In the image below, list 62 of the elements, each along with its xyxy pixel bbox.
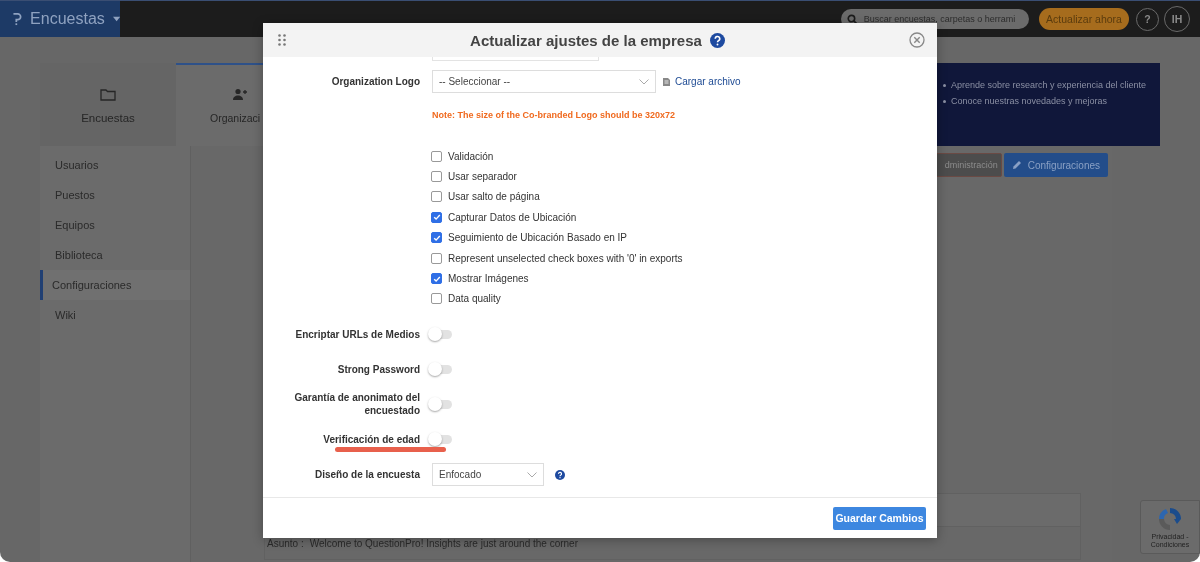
upload-link[interactable]: Cargar archivo	[675, 76, 741, 87]
drag-handle-icon	[278, 34, 286, 46]
user-avatar[interactable]: IH	[1164, 6, 1190, 32]
sidebar-item[interactable]: Usuarios	[40, 150, 190, 180]
field-label: Asunto :	[267, 537, 304, 549]
logo-select[interactable]: -- Seleccionar --	[432, 70, 656, 93]
checkbox[interactable]	[431, 293, 442, 305]
document-icon	[662, 76, 671, 87]
size-note: Note: The size of the Co-branded Logo should be 320x72	[432, 110, 677, 122]
toggle-switch[interactable]	[429, 329, 452, 339]
chevron-down-icon	[527, 471, 537, 478]
sidebar-item[interactable]: Biblioteca	[40, 240, 190, 270]
checkbox-label: Data quality	[448, 293, 501, 305]
product-switcher[interactable]: Encuestas	[0, 1, 120, 37]
help-icon	[555, 469, 565, 480]
checkbox[interactable]	[431, 232, 442, 244]
sidebar-item[interactable]: Puestos	[40, 180, 190, 210]
pencil-icon	[1011, 160, 1022, 170]
banner-text: Conoce nuestras novedades y mejoras	[951, 96, 1108, 106]
field-label: Diseño de la encuesta	[313, 468, 420, 482]
checkbox-label: Validación	[448, 150, 494, 162]
field-label: Garantía de anonimato del encuestado	[293, 391, 420, 418]
bullet-icon	[943, 83, 946, 87]
toggle-switch[interactable]	[429, 434, 452, 444]
checkbox[interactable]	[431, 150, 442, 162]
checkbox-label: Usar separador	[448, 171, 517, 183]
checkbox-label: Seguimiento de Ubicación Basado en IP	[448, 232, 627, 244]
sidebar-item[interactable]: Wiki	[40, 300, 190, 330]
bullet-icon	[943, 99, 946, 103]
dialog-title: Actualizar ajustes de la empresa	[470, 31, 702, 49]
search-icon	[847, 13, 858, 25]
checkbox[interactable]	[431, 211, 442, 223]
logo-icon	[12, 10, 23, 28]
toggle-switch[interactable]	[429, 364, 452, 374]
close-icon[interactable]	[909, 32, 925, 48]
checkbox-label: Mostrar Imágenes	[448, 273, 529, 285]
help-icon	[709, 32, 725, 48]
field-label: Encriptar URLs de Medios	[294, 327, 420, 341]
folder-icon	[100, 87, 116, 102]
sidebar-item[interactable]: Configuraciones	[40, 270, 190, 300]
checkbox-label: Capturar Datos de Ubicación	[448, 211, 577, 223]
checkbox[interactable]	[431, 171, 442, 183]
field-label: Strong Password	[336, 362, 420, 376]
design-select[interactable]: Enfocado	[432, 463, 544, 487]
field-label: Organization Logo	[330, 75, 420, 88]
upgrade-button[interactable]: Actualizar ahora	[1039, 8, 1129, 30]
toggle-switch[interactable]	[429, 399, 452, 409]
checkbox-label: Represent unselected check boxes with '0' in exports	[448, 252, 683, 264]
checkbox-label: Usar salto de página	[448, 191, 540, 203]
checkbox[interactable]	[431, 191, 442, 203]
help-button[interactable]: ?	[1136, 7, 1159, 31]
field-label: Verificación de edad	[322, 432, 420, 446]
save-button[interactable]: Guardar Cambios	[833, 506, 926, 530]
caret-icon	[112, 16, 120, 22]
sidebar-item[interactable]: Equipos	[40, 210, 190, 240]
checkbox[interactable]	[431, 252, 442, 264]
checkbox[interactable]	[431, 273, 442, 285]
banner-text: Aprende sobre research y experiencia del cliente	[951, 80, 1147, 90]
captcha-icon	[1157, 505, 1183, 532]
settings-button[interactable]: Configuraciones	[1003, 153, 1108, 177]
chevron-down-icon	[639, 78, 649, 85]
users-icon	[232, 87, 248, 102]
